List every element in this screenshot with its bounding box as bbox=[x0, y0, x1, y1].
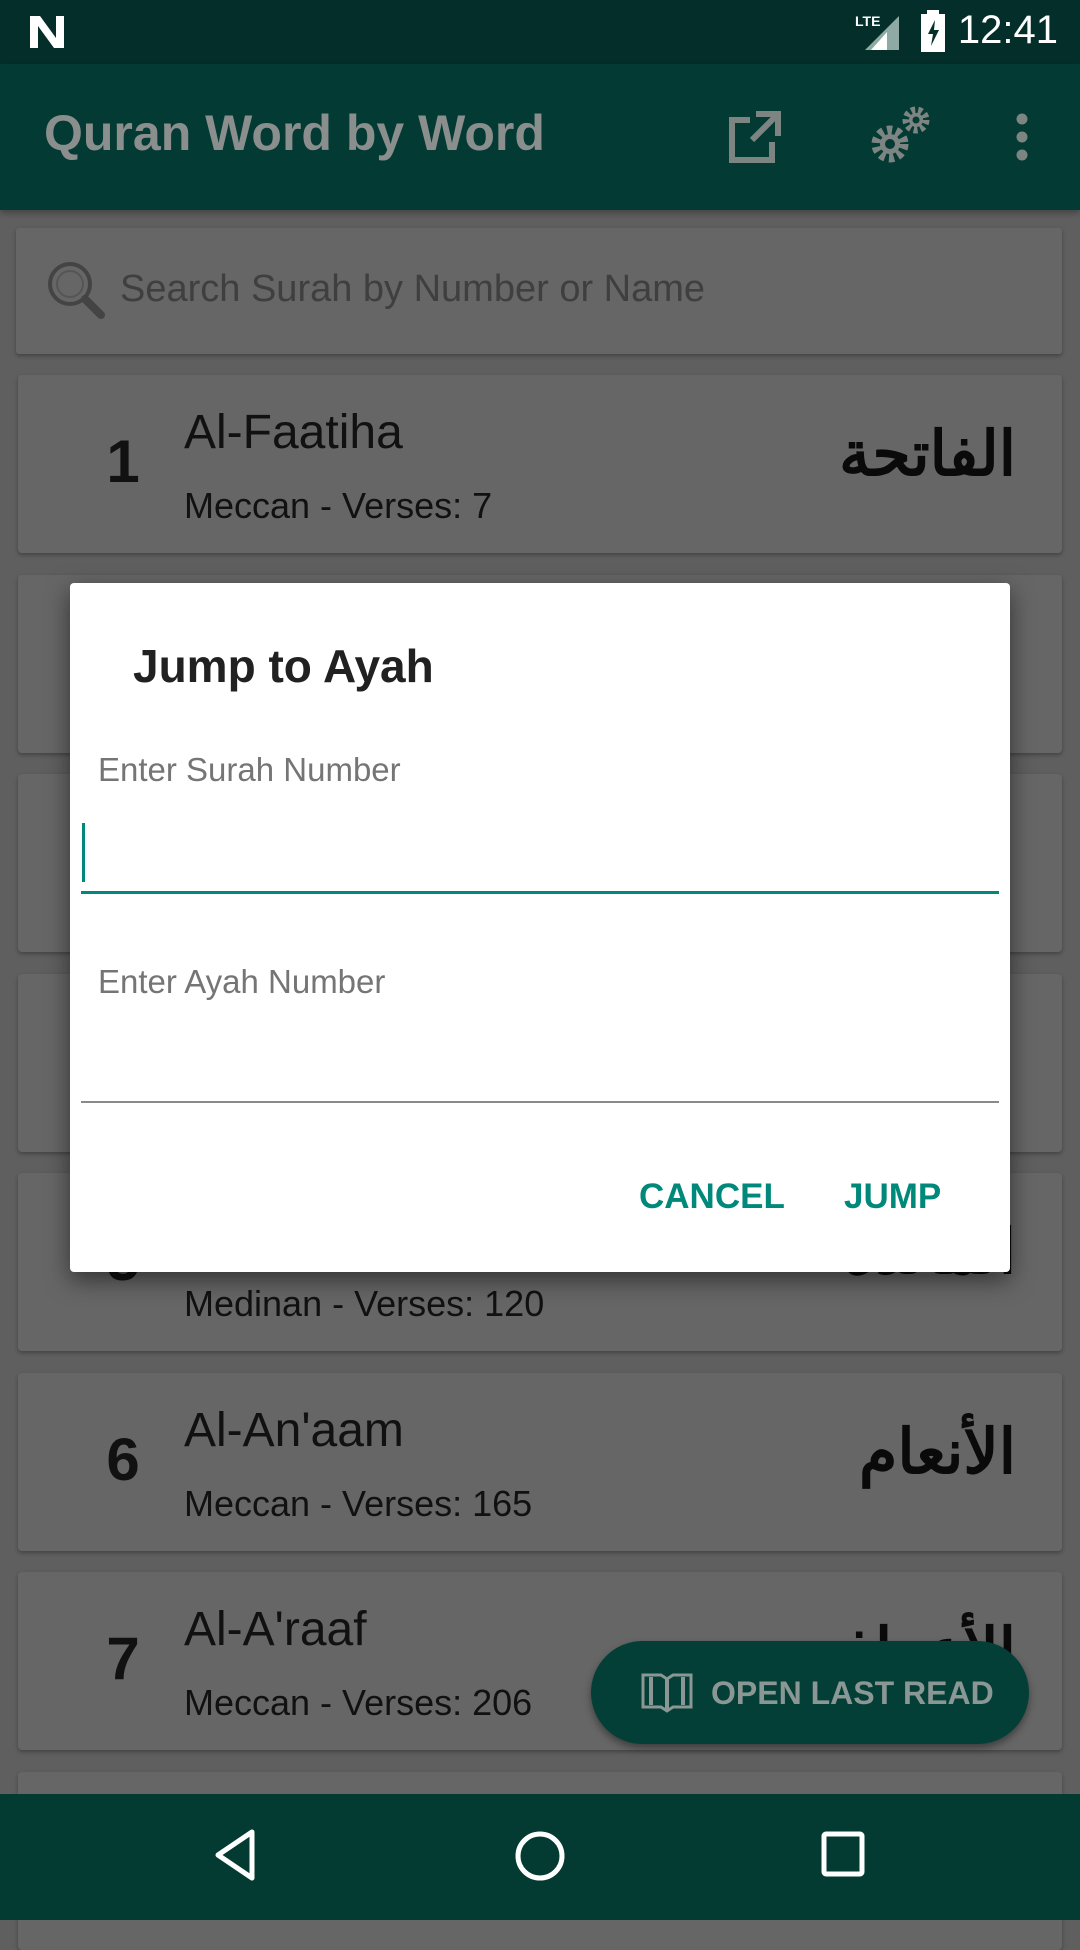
svg-text:LTE: LTE bbox=[855, 13, 880, 29]
surah-card[interactable]: 1 Al-Faatiha Meccan - Verses: 7 الفاتحة bbox=[18, 375, 1062, 553]
settings-gears-icon[interactable] bbox=[866, 102, 936, 168]
app-bar: Quran Word by Word bbox=[0, 64, 1080, 210]
surah-info: Medinan - Verses: 120 bbox=[184, 1283, 545, 1324]
navigation-bar bbox=[0, 1794, 1080, 1920]
search-bar[interactable]: Search Surah by Number or Name bbox=[16, 228, 1062, 354]
surah-info: Meccan - Verses: 7 bbox=[184, 485, 493, 526]
jump-to-ayah-dialog: Jump to Ayah Enter Surah Number Enter Ay… bbox=[70, 583, 1010, 1272]
ayah-input-underline bbox=[81, 1101, 999, 1103]
surah-input-underline bbox=[81, 891, 999, 894]
surah-name: Al-Faatiha bbox=[184, 406, 403, 459]
cancel-button[interactable]: CANCEL bbox=[639, 1177, 785, 1217]
text-cursor bbox=[82, 823, 85, 882]
clock: 12:41 bbox=[957, 8, 1058, 52]
surah-number: 6 bbox=[106, 1425, 140, 1493]
search-icon bbox=[48, 262, 105, 319]
more-vert-icon[interactable] bbox=[1012, 112, 1032, 162]
book-open-icon bbox=[641, 1673, 693, 1713]
ayah-number-label: Enter Ayah Number bbox=[98, 963, 386, 1000]
lte-signal-icon: LTE bbox=[855, 13, 899, 50]
status-bar: LTE 12:41 bbox=[0, 0, 1080, 64]
fab-label: OPEN LAST READ bbox=[711, 1675, 994, 1711]
surah-number: 1 bbox=[106, 428, 140, 495]
open-last-read-button[interactable]: OPEN LAST READ bbox=[591, 1641, 1029, 1744]
dialog-title: Jump to Ayah bbox=[133, 640, 434, 692]
jump-button[interactable]: JUMP bbox=[844, 1177, 941, 1217]
surah-number-input[interactable] bbox=[81, 813, 999, 893]
surah-number-label: Enter Surah Number bbox=[98, 751, 401, 788]
share-icon[interactable] bbox=[726, 108, 782, 164]
app-title: Quran Word by Word bbox=[44, 105, 545, 161]
surah-arabic-name: الأنعام bbox=[858, 1414, 1016, 1488]
surah-name: Al-An'aam bbox=[184, 1403, 404, 1457]
surah-name: Al-A'raaf bbox=[184, 1603, 367, 1656]
back-icon[interactable] bbox=[212, 1828, 258, 1882]
surah-info: Meccan - Verses: 206 bbox=[184, 1682, 533, 1723]
surah-arabic-name: الفاتحة bbox=[839, 417, 1016, 490]
battery-charging-icon bbox=[921, 10, 945, 52]
surah-card[interactable]: 6 Al-An'aam Meccan - Verses: 165 الأنعام bbox=[18, 1372, 1062, 1551]
surah-info: Meccan - Verses: 165 bbox=[184, 1482, 533, 1524]
surah-number: 7 bbox=[106, 1625, 140, 1692]
notification-n-icon bbox=[30, 16, 64, 48]
ayah-number-input[interactable] bbox=[81, 1023, 999, 1101]
home-icon[interactable] bbox=[512, 1828, 568, 1884]
recents-icon[interactable] bbox=[820, 1830, 868, 1880]
search-input[interactable]: Search Surah by Number or Name bbox=[120, 268, 705, 311]
